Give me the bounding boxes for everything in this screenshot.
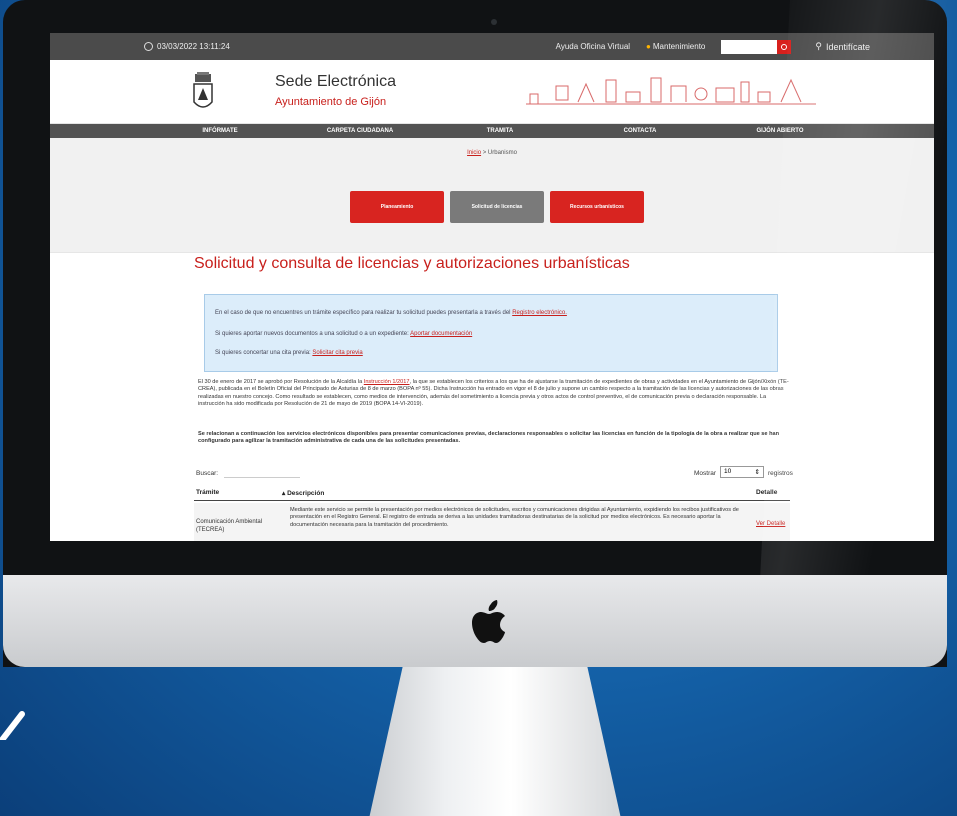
maintenance-link[interactable]: Mantenimiento <box>653 42 705 51</box>
show-label: Mostrar <box>694 470 717 477</box>
nav-tramita[interactable]: TRAMITA <box>430 124 570 138</box>
nav-gijon-abierto[interactable]: GIJÓN ABIERTO <box>710 124 850 138</box>
screen: 03/03/2022 13:11:24 Ayuda Oficina Virtua… <box>50 33 934 541</box>
site-header: Sede Electrónica Ayuntamiento de Gijón <box>50 60 934 124</box>
column-header-tramite[interactable]: Trámite <box>196 489 219 496</box>
table-search-label: Buscar: <box>196 470 219 477</box>
gijon-crest-logo[interactable] <box>192 72 214 112</box>
search-icon <box>781 43 788 50</box>
nav-informate[interactable]: INFÓRMATE <box>150 124 290 138</box>
intro-paragraph: El 30 de enero de 2017 se aprobó por Res… <box>198 379 789 408</box>
nav-contacta[interactable]: CONTACTA <box>570 124 710 138</box>
info-line-2: Si quieres aportar nuevos documentos a u… <box>215 331 409 337</box>
recursos-urbanisticos-button[interactable]: Recursos urbanísticos <box>550 191 644 223</box>
cell-tramite: Comunicación Ambiental (TECREA) <box>196 519 263 533</box>
cita-previa-link[interactable]: Solicitar cita previa <box>312 350 362 356</box>
apple-logo-icon <box>472 600 505 643</box>
breadcrumb-home[interactable]: Inicio <box>467 150 481 156</box>
services-paragraph: Se relacionan a continuación los servici… <box>198 431 780 445</box>
select-arrow-icon: ⇕ <box>754 469 760 476</box>
datetime: 03/03/2022 13:11:24 <box>157 42 230 51</box>
login-link[interactable]: Identifícate <box>826 42 870 52</box>
breadcrumb-area: Inicio > Urbanismo Planeamiento Solicitu… <box>50 138 934 253</box>
city-skyline-illustration <box>526 77 816 105</box>
records-label: registros <box>768 470 793 477</box>
background-stroke <box>0 711 25 740</box>
page-size-select[interactable]: 10 ⇕ <box>720 466 764 478</box>
breadcrumb-current: > Urbanismo <box>481 150 517 156</box>
nav-carpeta-ciudadana[interactable]: CARPETA CIUDADANA <box>290 124 430 138</box>
cell-descripcion: Mediante este servicio se permite la pre… <box>290 507 739 528</box>
site-search-button[interactable] <box>777 39 792 54</box>
instruccion-link[interactable]: Instrucción 1/2017 <box>364 379 410 385</box>
camera <box>491 19 497 25</box>
planeamiento-button[interactable]: Planeamiento <box>350 191 444 223</box>
solicitud-licencias-button[interactable]: Solicitud de licencias <box>450 191 544 223</box>
site-search-input[interactable] <box>721 39 778 54</box>
column-header-descripcion[interactable]: ▴ Descripción <box>282 489 324 497</box>
user-icon: ⚲ <box>815 41 822 51</box>
breadcrumb: Inicio > Urbanismo <box>50 150 934 156</box>
table-row: Comunicación Ambiental (TECREA) Mediante… <box>194 503 790 541</box>
clock-icon <box>144 42 153 51</box>
maintenance-dot-icon: ● <box>646 42 651 51</box>
column-header-detalle[interactable]: Detalle <box>756 489 777 496</box>
info-box: En el caso de que no encuentres un trámi… <box>204 294 778 372</box>
info-line-1: En el caso de que no encuentres un trámi… <box>215 310 511 316</box>
table-header-divider <box>194 500 790 501</box>
table-search-input[interactable] <box>224 466 300 478</box>
site-title[interactable]: Sede Electrónica <box>275 73 396 91</box>
site-subtitle: Ayuntamiento de Gijón <box>275 96 387 108</box>
monitor-stand <box>369 667 621 816</box>
monitor-chin <box>3 575 947 667</box>
page-title: Solicitud y consulta de licencias y auto… <box>194 255 630 272</box>
main-nav: INFÓRMATE CARPETA CIUDADANA TRAMITA CONT… <box>50 124 934 138</box>
top-bar: 03/03/2022 13:11:24 Ayuda Oficina Virtua… <box>50 33 934 60</box>
info-line-3: Si quieres concertar una cita previa: <box>215 350 311 356</box>
registro-electronico-link[interactable]: Registro electrónico. <box>512 310 567 316</box>
aportar-documentacion-link[interactable]: Aportar documentación <box>410 331 472 337</box>
ver-detalle-link[interactable]: Ver Detalle <box>756 521 785 527</box>
virtual-assistant-link[interactable]: Ayuda Oficina Virtual <box>556 42 630 51</box>
